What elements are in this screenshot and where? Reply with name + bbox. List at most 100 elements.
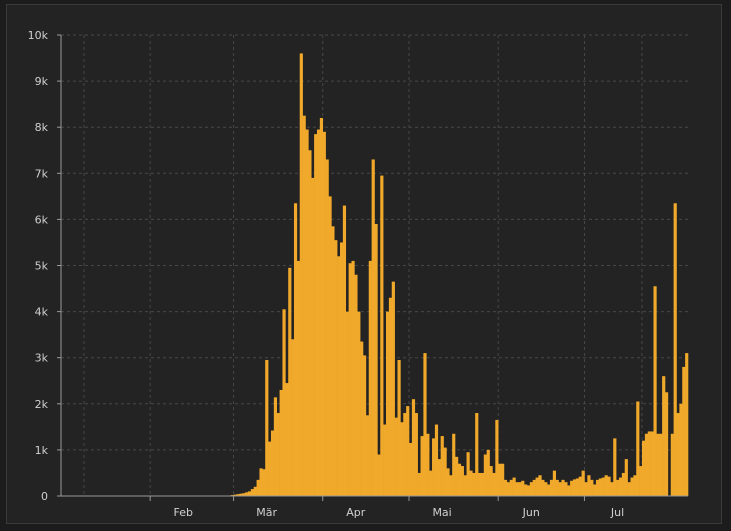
bar bbox=[463, 475, 467, 496]
bar bbox=[452, 433, 456, 496]
bar bbox=[521, 480, 525, 496]
bar bbox=[558, 482, 562, 496]
bar bbox=[429, 470, 433, 496]
bar bbox=[664, 392, 669, 496]
bar bbox=[354, 274, 358, 496]
bar bbox=[544, 482, 548, 496]
bar bbox=[259, 468, 263, 496]
bar bbox=[432, 438, 436, 496]
bar bbox=[299, 53, 303, 496]
bar bbox=[529, 482, 533, 496]
bar bbox=[469, 470, 473, 496]
bar bbox=[639, 466, 643, 496]
bar bbox=[296, 260, 301, 496]
bar bbox=[610, 482, 614, 496]
bar bbox=[581, 470, 585, 496]
y-tick-label: 4k bbox=[35, 306, 49, 319]
bar bbox=[526, 485, 531, 496]
bar bbox=[618, 477, 623, 496]
bar bbox=[386, 311, 390, 496]
bar bbox=[403, 413, 407, 496]
bar bbox=[647, 431, 651, 496]
bar bbox=[644, 433, 649, 496]
bar bbox=[532, 479, 536, 496]
bar bbox=[662, 376, 666, 496]
bar bbox=[659, 433, 663, 496]
bar bbox=[627, 482, 631, 496]
bar bbox=[486, 449, 490, 496]
bar bbox=[595, 479, 600, 496]
daily-bar-chart: 0 1k 2k 3k 4k 5k 6k 7k 8k 9k 10k Feb Mär Apr Mai Jun Jul bbox=[28, 29, 689, 519]
x-tick-label: Feb bbox=[173, 506, 192, 519]
bar bbox=[440, 436, 444, 496]
chart-window: 0 1k 2k 3k 4k 5k 6k 7k 8k 9k 10k Feb Mär Apr Mai Jun Jul bbox=[0, 0, 731, 531]
bar bbox=[676, 413, 680, 496]
x-tick-label: Apr bbox=[346, 506, 366, 519]
bar bbox=[541, 479, 545, 496]
bar bbox=[538, 475, 542, 496]
bar bbox=[305, 129, 309, 496]
bar bbox=[457, 463, 462, 496]
bar bbox=[518, 482, 522, 496]
y-tick-label: 9k bbox=[35, 75, 49, 88]
bar bbox=[256, 479, 260, 496]
bar bbox=[641, 440, 646, 496]
x-tick-label: Jun bbox=[522, 506, 540, 519]
bar bbox=[449, 475, 453, 496]
bar bbox=[337, 256, 341, 496]
bar bbox=[501, 463, 505, 496]
bar bbox=[552, 470, 556, 496]
bar bbox=[265, 360, 269, 496]
bar bbox=[247, 491, 252, 496]
bar bbox=[653, 286, 657, 496]
bar bbox=[397, 360, 401, 496]
y-tick-label: 0 bbox=[41, 490, 48, 503]
bar bbox=[549, 479, 554, 496]
bar bbox=[273, 397, 278, 496]
bar bbox=[316, 129, 321, 496]
x-tick-label: Jul bbox=[610, 506, 624, 519]
bar bbox=[245, 492, 249, 496]
bar bbox=[633, 475, 637, 496]
bar bbox=[362, 355, 367, 496]
bar bbox=[426, 433, 430, 496]
bar-series bbox=[230, 53, 689, 497]
bar bbox=[578, 476, 582, 496]
bar bbox=[434, 424, 439, 496]
bar bbox=[380, 175, 384, 497]
bar bbox=[607, 476, 611, 496]
bar bbox=[262, 469, 266, 496]
bar bbox=[377, 454, 381, 496]
x-tick-label: Mai bbox=[432, 506, 451, 519]
bar bbox=[308, 150, 312, 496]
bar bbox=[616, 479, 620, 496]
bar bbox=[311, 177, 315, 496]
bar bbox=[685, 353, 689, 496]
bar bbox=[679, 403, 683, 496]
bar bbox=[590, 479, 594, 496]
bar bbox=[342, 205, 347, 496]
bar bbox=[388, 297, 393, 496]
bar bbox=[613, 438, 617, 496]
bar bbox=[288, 267, 292, 496]
bar bbox=[509, 479, 513, 496]
bar bbox=[371, 159, 375, 496]
bar bbox=[319, 117, 324, 496]
y-tick-label: 1k bbox=[35, 444, 49, 457]
bar bbox=[524, 484, 528, 496]
bar bbox=[348, 263, 352, 496]
bar bbox=[682, 366, 686, 496]
bar bbox=[391, 281, 395, 496]
bar bbox=[250, 489, 255, 496]
bar bbox=[279, 389, 283, 496]
bar bbox=[357, 311, 361, 496]
bar bbox=[593, 484, 597, 496]
bar bbox=[351, 260, 355, 496]
bar bbox=[368, 260, 372, 496]
bar bbox=[446, 468, 450, 496]
bar bbox=[621, 472, 626, 496]
bar bbox=[345, 311, 349, 496]
bar bbox=[604, 475, 608, 496]
bar bbox=[575, 478, 580, 496]
bar bbox=[325, 159, 329, 496]
